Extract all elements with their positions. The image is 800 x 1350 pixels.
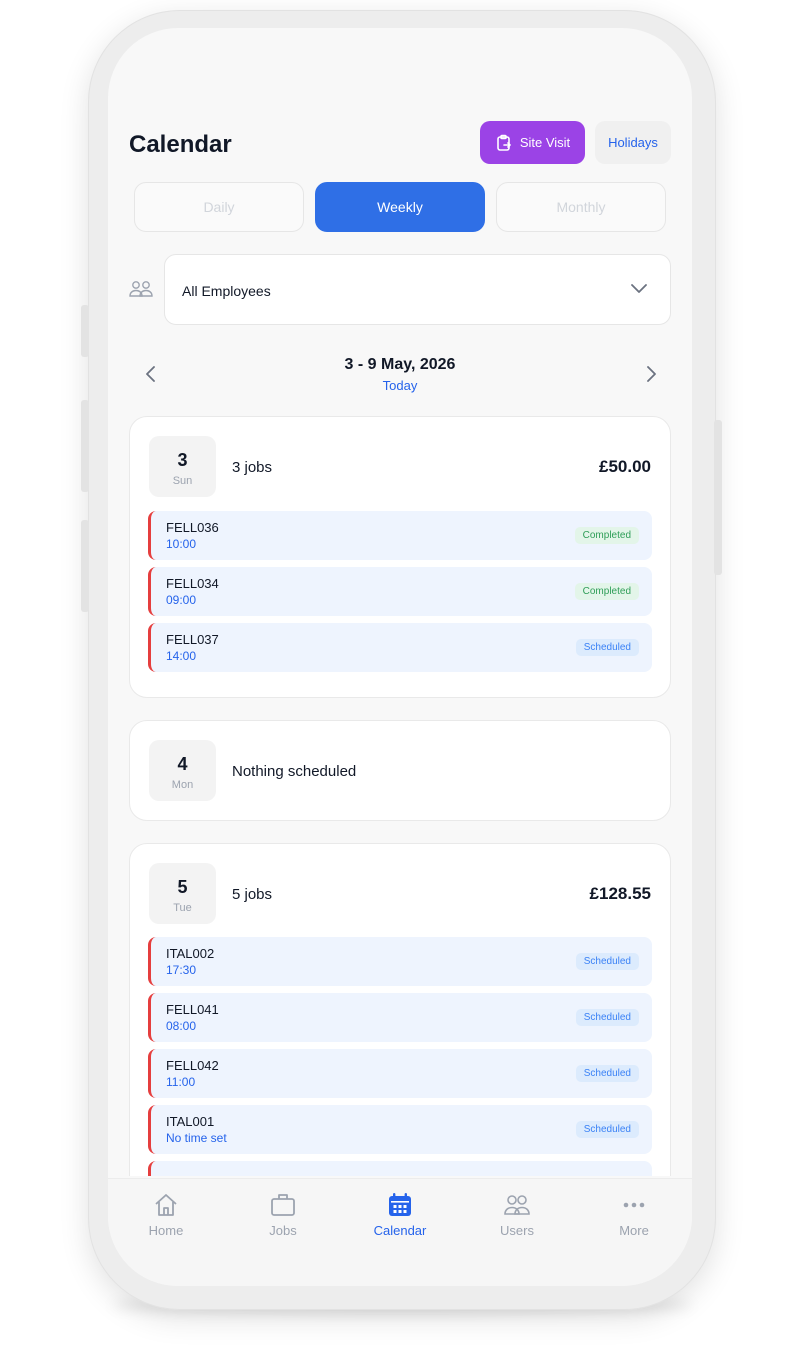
day-summary: 3 jobs bbox=[232, 459, 273, 476]
employee-filter-row: All Employees bbox=[129, 254, 671, 326]
job-time: 09:00 bbox=[166, 593, 197, 607]
day-summary: Nothing scheduled bbox=[232, 763, 357, 780]
app-screen: Calendar Site Visit Holidays Daily Weekl… bbox=[108, 28, 692, 1286]
site-visit-label: Site Visit bbox=[519, 135, 571, 150]
day-card: 3 Sun 3 jobs £50.00 FELL036 10:00 Comple… bbox=[129, 416, 671, 698]
nav-calendar[interactable]: Calendar bbox=[355, 1191, 445, 1251]
status-badge: Scheduled bbox=[575, 1121, 639, 1138]
day-badge: 4 Mon bbox=[149, 740, 216, 801]
nav-label: More bbox=[619, 1223, 649, 1238]
site-visit-button[interactable]: Site Visit bbox=[480, 121, 585, 164]
nav-label: Jobs bbox=[269, 1223, 297, 1238]
day-number: 5 bbox=[177, 877, 188, 897]
job-item[interactable]: FELL041 08:00 Scheduled bbox=[148, 993, 652, 1042]
day-total: £50.00 bbox=[599, 457, 651, 476]
job-time: 17:30 bbox=[166, 963, 197, 977]
status-badge: Scheduled bbox=[575, 1009, 639, 1026]
nav-home[interactable]: Home bbox=[121, 1191, 211, 1251]
job-code: FELL037 bbox=[166, 632, 219, 647]
status-badge: Scheduled bbox=[575, 1065, 639, 1082]
users-icon bbox=[504, 1195, 530, 1215]
day-number: 4 bbox=[177, 754, 188, 774]
nav-jobs[interactable]: Jobs bbox=[238, 1191, 328, 1251]
day-card: 5 Tue 5 jobs £128.55 ITAL002 17:30 Sched… bbox=[129, 843, 671, 1176]
more-icon bbox=[623, 1202, 645, 1208]
job-item[interactable]: FELL037 14:00 Scheduled bbox=[148, 623, 652, 672]
day-number: 3 bbox=[177, 450, 188, 470]
chevron-down-icon bbox=[631, 284, 647, 293]
day-badge: 5 Tue bbox=[149, 863, 216, 924]
briefcase-icon bbox=[271, 1194, 295, 1216]
status-badge: Completed bbox=[574, 583, 639, 600]
home-icon bbox=[155, 1194, 177, 1216]
job-time: 14:00 bbox=[166, 649, 197, 663]
day-name: Tue bbox=[173, 902, 192, 914]
holidays-button[interactable]: Holidays bbox=[595, 121, 671, 164]
power-button bbox=[714, 420, 722, 575]
users-icon bbox=[129, 281, 153, 297]
job-item-partial[interactable] bbox=[148, 1161, 652, 1176]
mute-switch bbox=[81, 305, 89, 357]
tab-daily[interactable]: Daily bbox=[134, 182, 304, 232]
status-badge: Scheduled bbox=[575, 953, 639, 970]
page-title: Calendar bbox=[129, 131, 232, 158]
day-total: £128.55 bbox=[589, 884, 651, 903]
chevron-right-icon[interactable] bbox=[641, 364, 661, 384]
view-tabs: Daily Weekly Monthly bbox=[134, 182, 667, 232]
job-item[interactable]: FELL042 11:00 Scheduled bbox=[148, 1049, 652, 1098]
job-code: ITAL001 bbox=[166, 1114, 215, 1129]
nav-label: Home bbox=[148, 1223, 184, 1238]
job-code: FELL042 bbox=[166, 1058, 219, 1073]
nav-label: Users bbox=[500, 1223, 534, 1238]
job-code: FELL034 bbox=[166, 576, 219, 591]
day-badge: 3 Sun bbox=[149, 436, 216, 497]
tab-weekly[interactable]: Weekly bbox=[315, 182, 485, 232]
job-time: 08:00 bbox=[166, 1019, 197, 1033]
job-code: FELL036 bbox=[166, 520, 219, 535]
job-code: ITAL002 bbox=[166, 946, 215, 961]
date-range: 3 - 9 May, 2026 bbox=[344, 356, 456, 373]
nav-label: Calendar bbox=[373, 1223, 427, 1238]
header: Calendar Site Visit Holidays bbox=[108, 121, 692, 171]
date-navigator: 3 - 9 May, 2026 Today bbox=[108, 356, 692, 400]
nav-users[interactable]: Users bbox=[472, 1191, 562, 1251]
job-code: FELL041 bbox=[166, 1002, 219, 1017]
nav-more[interactable]: More bbox=[589, 1191, 679, 1251]
job-item[interactable]: FELL036 10:00 Completed bbox=[148, 511, 652, 560]
status-badge: Scheduled bbox=[575, 639, 639, 656]
clipboard-icon bbox=[497, 134, 511, 151]
day-card: 4 Mon Nothing scheduled bbox=[129, 720, 671, 821]
volume-down-button bbox=[81, 520, 89, 612]
job-item[interactable]: FELL034 09:00 Completed bbox=[148, 567, 652, 616]
employee-select-value: All Employees bbox=[182, 283, 271, 299]
job-time: 11:00 bbox=[166, 1075, 196, 1089]
day-name: Mon bbox=[171, 779, 194, 791]
employee-select[interactable]: All Employees bbox=[164, 254, 671, 325]
tab-monthly[interactable]: Monthly bbox=[496, 182, 666, 232]
volume-up-button bbox=[81, 400, 89, 492]
day-name: Sun bbox=[172, 475, 193, 487]
week-list[interactable]: 3 Sun 3 jobs £50.00 FELL036 10:00 Comple… bbox=[108, 416, 692, 1176]
today-link[interactable]: Today bbox=[108, 378, 692, 393]
bottom-nav: Home Jobs Calendar Users More bbox=[108, 1178, 692, 1286]
calendar-icon bbox=[389, 1193, 411, 1216]
status-badge: Completed bbox=[574, 527, 639, 544]
day-summary: 5 jobs bbox=[232, 886, 273, 903]
job-time: 10:00 bbox=[166, 537, 197, 551]
job-item[interactable]: ITAL002 17:30 Scheduled bbox=[148, 937, 652, 986]
job-time: No time set bbox=[166, 1131, 227, 1145]
job-item[interactable]: ITAL001 No time set Scheduled bbox=[148, 1105, 652, 1154]
